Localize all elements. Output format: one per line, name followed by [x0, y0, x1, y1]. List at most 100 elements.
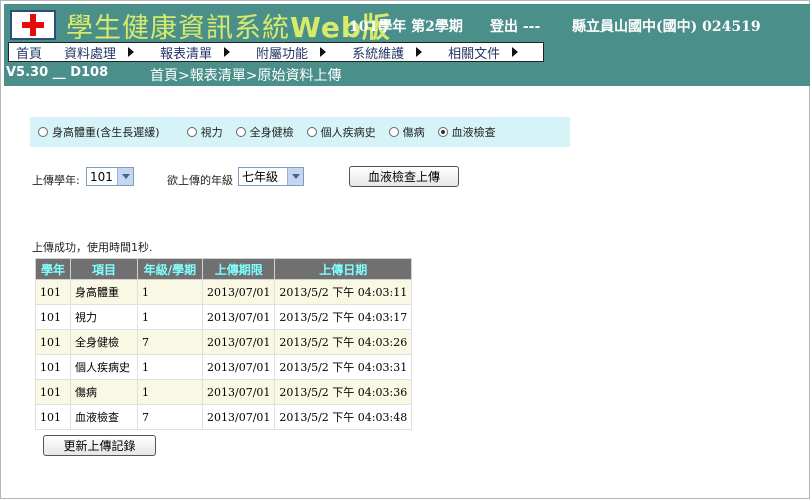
system-title: 學生健康資訊系統Web版 — [66, 6, 391, 46]
column-header-grade: 年級/學期 — [137, 258, 203, 280]
year-label: 上傳學年: — [32, 174, 80, 187]
app-header: 學生健康資訊系統Web版 101學年 第2學期 登出 --- 縣立員山國中(國中… — [4, 4, 810, 86]
cell-deadline: 2013/07/01 — [201, 304, 276, 330]
radio-button[interactable] — [38, 127, 48, 137]
menu-item-documents[interactable]: 相關文件 — [448, 43, 519, 62]
radio-label: 傷病 — [402, 126, 425, 139]
radio-button[interactable] — [235, 127, 246, 137]
menu-item-label: 首頁 — [16, 46, 43, 62]
cell-deadline: 2013/07/01 — [201, 379, 276, 405]
menu-item-label: 系統維護 — [352, 46, 405, 62]
year-select[interactable]: 101 — [86, 167, 134, 186]
column-header-item: 項目 — [70, 258, 138, 280]
table-row: 101 個人疾病史 1 2013/07/01 2013/5/2 下午 04:03:31 — [35, 354, 413, 380]
cell-grade: 1 — [137, 379, 203, 405]
radio-button[interactable] — [306, 127, 317, 137]
cell-upload-date: 2013/5/2 下午 04:03:31 — [274, 354, 413, 380]
cell-deadline: 2013/07/01 — [201, 354, 276, 380]
radio-medical-history[interactable]: 個人疾病史 — [306, 124, 376, 140]
radio-height-weight[interactable]: 身高體重(含生長遲緩) — [38, 124, 160, 140]
cell-deadline: 2013/07/01 — [201, 279, 276, 305]
grade-select[interactable]: 七年級 — [238, 167, 304, 186]
radio-label: 身高體重(含生長遲緩) — [52, 126, 160, 139]
year-select-value: 101 — [90, 169, 113, 184]
cell-year: 101 — [35, 279, 71, 305]
arrow-right-icon — [224, 47, 231, 57]
column-header-year: 學年 — [35, 258, 71, 280]
menu-item-extras[interactable]: 附屬功能 — [256, 43, 327, 62]
cell-upload-date: 2013/5/2 下午 04:03:26 — [274, 329, 413, 355]
upload-type-radio-group: 身高體重(含生長遲緩) 視力 全身健檢 個人疾病史 傷病 血液檢查 — [30, 117, 570, 147]
menu-item-label: 相關文件 — [448, 46, 501, 62]
radio-blood-test[interactable]: 血液檢查 — [437, 124, 496, 140]
cell-year: 101 — [35, 354, 71, 380]
radio-label: 視力 — [200, 126, 223, 139]
system-title-text: 學生健康資訊系統 — [66, 13, 290, 44]
chevron-down-icon[interactable] — [287, 168, 303, 185]
upload-records-table: 學年 項目 年級/學期 上傳期限 上傳日期 101 身高體重 1 2013/07/01… — [35, 258, 413, 430]
cell-year: 101 — [35, 329, 71, 355]
school-label: 縣立員山國中(國中) 024519 — [572, 19, 761, 35]
cell-item: 血液檢查 — [70, 404, 138, 430]
cell-upload-date: 2013/5/2 下午 04:03:11 — [274, 279, 413, 305]
radio-vision[interactable]: 視力 — [186, 124, 223, 140]
refresh-upload-records-button[interactable]: 更新上傳記錄 — [43, 435, 156, 456]
radio-label: 全身健檢 — [249, 126, 294, 139]
arrow-right-icon — [320, 47, 327, 57]
radio-injury[interactable]: 傷病 — [388, 124, 425, 140]
column-header-deadline: 上傳期限 — [201, 258, 276, 280]
cell-upload-date: 2013/5/2 下午 04:03:17 — [274, 304, 413, 330]
radio-button[interactable] — [186, 127, 197, 137]
cell-year: 101 — [35, 379, 71, 405]
chevron-down-icon[interactable] — [117, 168, 133, 185]
cell-item: 視力 — [70, 304, 138, 330]
table-row: 101 血液檢查 7 2013/07/01 2013/5/2 下午 04:03:48 — [35, 404, 413, 430]
arrow-right-icon — [416, 47, 423, 57]
breadcrumb: 首頁>報表清單>原始資料上傳 — [150, 68, 342, 84]
version-label: V5.30 __ D108 — [6, 65, 109, 80]
menu-item-system[interactable]: 系統維護 — [352, 43, 423, 62]
radio-label: 個人疾病史 — [320, 126, 376, 139]
menu-item-label: 附屬功能 — [256, 46, 309, 62]
cell-upload-date: 2013/5/2 下午 04:03:48 — [274, 404, 413, 430]
menu-item-data-processing[interactable]: 資料處理 — [64, 43, 135, 62]
cell-item: 身高體重 — [70, 279, 138, 305]
grade-label: 欲上傳的年級 — [167, 174, 233, 187]
table-row: 101 全身健檢 7 2013/07/01 2013/5/2 下午 04:03:26 — [35, 329, 413, 355]
column-header-upload-date: 上傳日期 — [274, 258, 413, 280]
menu-item-label: 資料處理 — [64, 46, 117, 62]
table-row: 101 身高體重 1 2013/07/01 2013/5/2 下午 04:03:11 — [35, 279, 413, 305]
cell-item: 個人疾病史 — [70, 354, 138, 380]
cell-upload-date: 2013/5/2 下午 04:03:36 — [274, 379, 413, 405]
arrow-right-icon — [512, 47, 519, 57]
radio-button[interactable] — [388, 127, 399, 137]
red-cross-logo-icon — [10, 10, 56, 40]
grade-select-value: 七年級 — [242, 170, 279, 184]
semester-label: 101學年 第2學期 — [349, 19, 463, 35]
cell-year: 101 — [35, 404, 71, 430]
table-row: 101 傷病 1 2013/07/01 2013/5/2 下午 04:03:36 — [35, 379, 413, 405]
cell-grade: 1 — [137, 279, 203, 305]
cell-year: 101 — [35, 304, 71, 330]
cell-grade: 7 — [137, 329, 203, 355]
cell-item: 全身健檢 — [70, 329, 138, 355]
menu-item-label: 報表清單 — [160, 46, 213, 62]
cell-grade: 7 — [137, 404, 203, 430]
table-header-row: 學年 項目 年級/學期 上傳期限 上傳日期 — [35, 258, 413, 280]
radio-button-selected[interactable] — [437, 127, 448, 137]
cell-grade: 1 — [137, 354, 203, 380]
logout-link[interactable]: 登出 --- — [490, 16, 540, 36]
cell-grade: 1 — [137, 304, 203, 330]
blood-test-upload-button[interactable]: 血液檢查上傳 — [349, 166, 459, 187]
cell-deadline: 2013/07/01 — [201, 404, 276, 430]
menu-item-reports[interactable]: 報表清單 — [160, 43, 231, 62]
menu-item-home[interactable]: 首頁 — [16, 43, 42, 62]
main-menu: 首頁 資料處理 報表清單 附屬功能 系統維護 相關文件 — [8, 42, 544, 62]
cell-deadline: 2013/07/01 — [201, 329, 276, 355]
upload-status-message: 上傳成功，使用時間1秒. — [32, 241, 153, 254]
radio-label: 血液檢查 — [451, 126, 496, 139]
cell-item: 傷病 — [70, 379, 138, 405]
table-row: 101 視力 1 2013/07/01 2013/5/2 下午 04:03:17 — [35, 304, 413, 330]
arrow-right-icon — [128, 47, 135, 57]
radio-full-checkup[interactable]: 全身健檢 — [235, 124, 294, 140]
